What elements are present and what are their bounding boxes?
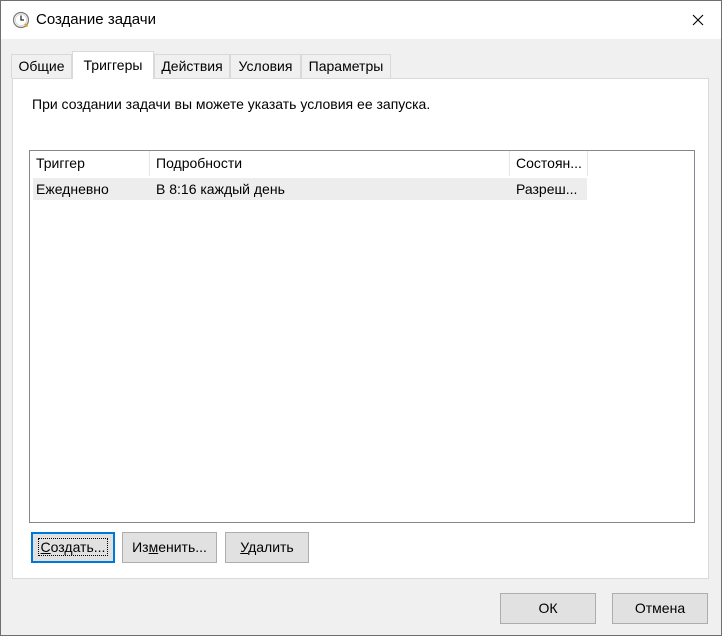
triggers-panel: При создании задачи вы можете указать ус… (12, 78, 709, 579)
edit-label-mnemonic: м (148, 539, 159, 555)
create-button[interactable]: Создать... (31, 532, 115, 563)
close-button[interactable] (675, 1, 721, 39)
clock-icon (12, 11, 30, 29)
edit-button[interactable]: Изменить... (122, 532, 217, 563)
triggers-list[interactable]: Триггер Подробности Состоян... Ежедневно… (29, 150, 695, 523)
row-details-cell: В 8:16 каждый день (156, 181, 285, 197)
create-label-mnemonic: С (40, 539, 51, 555)
delete-label-post: далить (248, 539, 294, 555)
row-trigger-cell: Ежедневно (36, 181, 109, 197)
create-task-dialog: Создание задачи Общие Триггеры Действия … (0, 0, 722, 636)
row-state-cell: Разреш... (516, 181, 578, 197)
tab-general[interactable]: Общие (11, 54, 72, 78)
column-header-details[interactable]: Подробности (150, 151, 510, 176)
delete-button[interactable]: Удалить (225, 532, 309, 563)
triggers-description: При создании задачи вы можете указать ус… (32, 96, 431, 112)
edit-label-post: енить... (158, 539, 207, 555)
edit-label-pre: Из (132, 539, 149, 555)
column-header-trigger[interactable]: Триггер (30, 151, 150, 176)
window-title: Создание задачи (36, 11, 156, 28)
column-header-state[interactable]: Состоян... (510, 151, 588, 176)
cancel-button[interactable]: Отмена (612, 593, 708, 624)
delete-label-mnemonic: У (240, 539, 249, 555)
create-label-post: оздать... (50, 539, 106, 555)
ok-button[interactable]: ОК (500, 593, 596, 624)
table-row[interactable]: Ежедневно В 8:16 каждый день Разреш... (33, 178, 587, 200)
tab-settings[interactable]: Параметры (301, 54, 391, 78)
title-bar: Создание задачи (1, 1, 721, 39)
tab-actions[interactable]: Действия (154, 54, 230, 78)
close-icon (692, 14, 704, 26)
tab-triggers[interactable]: Триггеры (72, 51, 154, 79)
tab-conditions[interactable]: Условия (230, 54, 301, 78)
